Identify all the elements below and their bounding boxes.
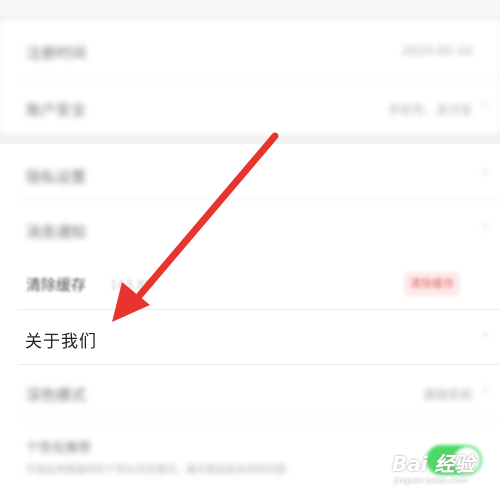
chevron-right-icon: ›: [482, 97, 488, 113]
baidu-watermark: Bai 经验 jingyan.baidu.com: [392, 448, 492, 494]
account-card: 注册时间 2020-05-10 账户安全 手机号、支付宝 ›: [0, 20, 500, 134]
row-dark-mode[interactable]: 深色模式 跟随系统 ›: [0, 364, 500, 419]
row-value: 跟随系统: [423, 388, 472, 402]
row-privacy[interactable]: 隐私设置 ›: [0, 144, 500, 199]
top-bar: [0, 0, 500, 16]
row-label: 隐私设置: [26, 168, 87, 186]
clear-cache-button[interactable]: 清除缓存: [404, 272, 460, 296]
chevron-right-icon: ›: [482, 327, 488, 343]
row-value: 2020-05-10: [402, 44, 472, 58]
cache-size: 163.8M: [110, 278, 155, 292]
chevron-right-icon: ›: [482, 382, 488, 398]
blurred-rows-top: 隐私设置 › 消息通知 ›: [0, 144, 500, 254]
row-register-time[interactable]: 注册时间 2020-05-10: [0, 20, 500, 77]
settings-card: 隐私设置 › 消息通知 › 清除缓存 163.8M › 深色模式 跟随系统 ›: [0, 144, 500, 500]
row-label: 深色模式: [26, 386, 87, 404]
chevron-right-icon: ›: [482, 164, 488, 180]
row-label: 清除缓存: [26, 276, 87, 294]
about-us-label: 关于我们: [25, 332, 97, 352]
settings-screen: 注册时间 2020-05-10 账户安全 手机号、支付宝 › 隐私设置 › 消息…: [0, 0, 500, 500]
row-account-security[interactable]: 账户安全 手机号、支付宝 ›: [0, 77, 500, 134]
watermark-logo: Bai 经验: [392, 452, 475, 476]
row-label: 注册时间: [26, 44, 87, 62]
chevron-right-icon: ›: [482, 219, 488, 235]
watermark-url: jingyan.baidu.com: [394, 476, 468, 485]
row-notifications[interactable]: 消息通知 ›: [0, 199, 500, 254]
row-value: 手机号、支付宝: [387, 103, 472, 117]
row-subtext: 开启后将根据你的个性化浏览情况，展示更加适合你的内容: [26, 465, 286, 476]
row-label: 个性化推荐: [26, 441, 92, 456]
row-label: 消息通知: [26, 223, 87, 241]
row-label: 账户安全: [26, 101, 87, 119]
